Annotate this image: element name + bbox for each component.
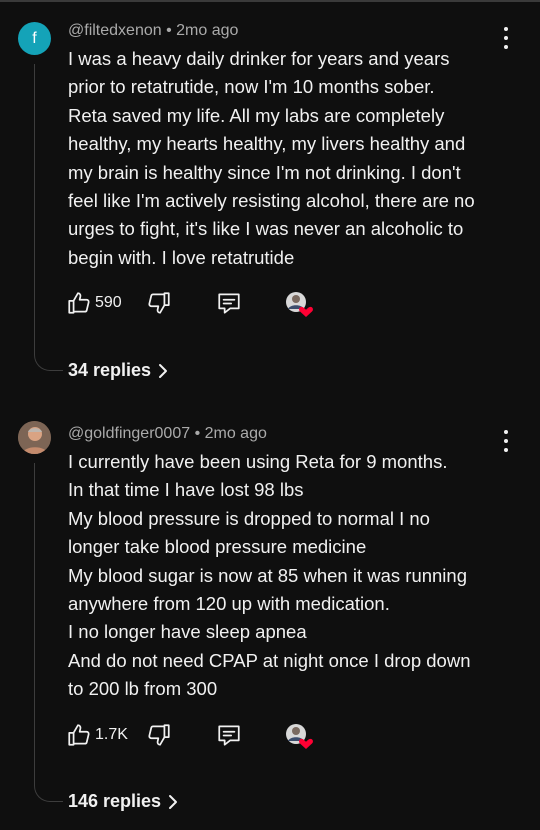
- comment-line: I no longer have sleep apnea: [68, 621, 307, 643]
- comment-line: urges to fight, it's like I was never an…: [68, 218, 464, 240]
- replies-count: 34 replies: [68, 360, 152, 380]
- comment-line: begin with. I love retatrutide: [68, 246, 295, 268]
- thread-line: [34, 463, 63, 802]
- like-count: 590: [95, 294, 122, 311]
- chevron-right-icon: [169, 794, 178, 809]
- meta-separator: •: [166, 22, 177, 39]
- like-count: 1.7K: [95, 726, 128, 743]
- comment-meta: @goldfinger0007 • 2mo ago: [68, 425, 267, 443]
- comment-line: My blood pressure is dropped to normal I…: [68, 507, 430, 529]
- reply-comment-icon: [218, 725, 240, 746]
- reply-button[interactable]: [216, 290, 242, 316]
- comment-line: anywhere from 120 up with medication.: [68, 593, 390, 615]
- creator-heart-icon: [285, 723, 313, 749]
- dislike-button[interactable]: [146, 290, 172, 316]
- thumbs-up-icon: [68, 292, 90, 314]
- dislike-button[interactable]: [146, 722, 172, 748]
- comment-author[interactable]: @filtedxenon: [68, 22, 162, 39]
- comment-line: My blood sugar is now at 85 when it was …: [68, 564, 467, 586]
- comment-body: I was a heavy daily drinker for years an…: [68, 45, 508, 272]
- thumbs-down-icon: [148, 724, 170, 746]
- comment-time[interactable]: 2mo ago: [176, 22, 238, 39]
- chevron-right-icon: [159, 363, 168, 378]
- comment-line: I was a heavy daily drinker for years an…: [68, 48, 450, 69]
- avatar-photo: [18, 421, 51, 454]
- avatar[interactable]: [18, 421, 51, 454]
- creator-heart-icon: [285, 291, 313, 317]
- comment-line: to 200 lb from 300: [68, 678, 218, 700]
- reply-comment-icon: [218, 293, 240, 314]
- reply-button[interactable]: [216, 722, 242, 748]
- comment-line: Reta saved my life. All my labs are comp…: [68, 104, 445, 126]
- comment-time[interactable]: 2mo ago: [205, 425, 267, 442]
- thread-line: [34, 64, 63, 371]
- thumbs-up-icon: [68, 724, 90, 746]
- comment-body: I currently have been using Reta for 9 m…: [68, 448, 508, 704]
- view-replies-button[interactable]: 34 replies: [68, 360, 169, 381]
- top-divider: [0, 0, 540, 2]
- like-button[interactable]: 1.7K: [66, 722, 128, 748]
- comment-line: healthy, my hearts healthy, my livers he…: [68, 133, 466, 155]
- replies-count: 146 replies: [68, 791, 162, 811]
- comment-line: And do not need CPAP at night once I dro…: [68, 649, 471, 671]
- view-replies-button[interactable]: 146 replies: [68, 791, 179, 812]
- thumbs-down-icon: [148, 292, 170, 314]
- avatar[interactable]: f: [18, 22, 51, 55]
- comment-line: prior to retatrutide, now I'm 10 months …: [68, 76, 435, 98]
- comment-line: In that time I have lost 98 lbs: [68, 479, 304, 501]
- comment-line: longer take blood pressure medicine: [68, 536, 367, 558]
- meta-separator: •: [194, 425, 205, 442]
- comment-line: I currently have been using Reta for 9 m…: [68, 451, 448, 472]
- like-button[interactable]: 590: [66, 290, 122, 316]
- avatar-letter: f: [32, 29, 37, 47]
- comment-author[interactable]: @goldfinger0007: [68, 425, 190, 442]
- comment-meta: @filtedxenon • 2mo ago: [68, 22, 238, 40]
- comment-line: feel like I'm actively resisting alcohol…: [68, 190, 475, 212]
- comment-line: my brain is healthy since I'm not drinki…: [68, 161, 461, 183]
